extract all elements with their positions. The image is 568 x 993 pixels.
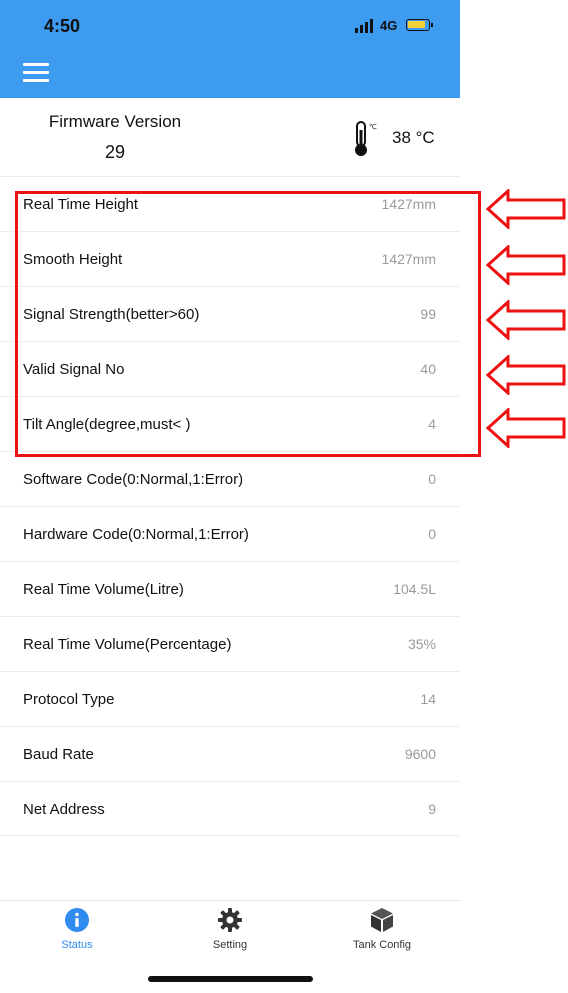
row-label: Real Time Volume(Percentage) — [23, 636, 232, 653]
tab-status[interactable]: Status — [17, 907, 137, 957]
svg-text:℃: ℃ — [369, 123, 377, 131]
tab-setting-label: Setting — [212, 939, 248, 951]
row-value: 14 — [420, 691, 436, 707]
row-label: Baud Rate — [23, 746, 94, 763]
app-header — [0, 52, 460, 98]
status-bar: 4:50 4G — [0, 0, 460, 52]
thermometer-icon: ℃ — [355, 121, 377, 156]
left-arrow-icon — [486, 245, 566, 285]
list-item: Software Code(0:Normal,1:Error) 0 — [0, 451, 460, 506]
left-arrow-icon — [486, 189, 566, 229]
row-value: 1427mm — [381, 196, 436, 212]
list-item: Baud Rate 9600 — [0, 726, 460, 781]
list-item: Real Time Height 1427mm — [0, 176, 460, 231]
row-label: Software Code(0:Normal,1:Error) — [23, 471, 244, 488]
firmware-version-label: Firmware Version — [48, 112, 182, 131]
row-value: 9 — [428, 801, 436, 817]
list-item: Signal Strength(better>60) 99 — [0, 286, 460, 341]
status-list: Real Time Height 1427mm Smooth Height 14… — [0, 176, 460, 836]
list-item: Smooth Height 1427mm — [0, 231, 460, 286]
tab-tank-config-label: Tank Config — [352, 939, 412, 951]
temperature-value: 38 °C — [392, 128, 435, 147]
row-value: 35% — [407, 636, 436, 652]
info-icon — [65, 908, 89, 932]
left-arrow-icon — [486, 355, 566, 395]
row-label: Real Time Volume(Litre) — [23, 581, 184, 598]
row-value: 104.5L — [393, 581, 436, 597]
app-screen: 4:50 4G Firmware Version 29 ℃ 38 °C Real… — [0, 0, 460, 993]
cellular-signal-icon — [355, 19, 375, 33]
tab-setting[interactable]: Setting — [170, 907, 290, 957]
row-value: 0 — [428, 471, 436, 487]
row-label: Tilt Angle(degree,must< ) — [23, 416, 191, 433]
list-item: Valid Signal No 40 — [0, 341, 460, 396]
list-item: Tilt Angle(degree,must< ) 4 — [0, 396, 460, 451]
status-time: 4:50 — [44, 16, 81, 36]
firmware-version-value: 29 — [104, 142, 126, 162]
hamburger-menu-icon[interactable] — [23, 62, 49, 84]
row-value: 0 — [428, 526, 436, 542]
list-item: Protocol Type 14 — [0, 671, 460, 726]
left-arrow-icon — [486, 408, 566, 448]
row-value: 9600 — [404, 746, 436, 762]
home-indicator — [148, 976, 313, 982]
row-label: Real Time Height — [23, 196, 139, 213]
row-value: 40 — [420, 361, 436, 377]
bottom-tab-bar: Status Setting Tank Config — [0, 900, 460, 961]
row-value: 4 — [428, 416, 436, 432]
firmware-version: Firmware Version 29 — [30, 112, 200, 163]
list-item: Net Address 9 — [0, 781, 460, 836]
tab-tank-config[interactable]: Tank Config — [322, 907, 442, 957]
cube-icon — [371, 908, 393, 932]
row-label: Protocol Type — [23, 691, 115, 708]
list-item: Hardware Code(0:Normal,1:Error) 0 — [0, 506, 460, 561]
row-label: Signal Strength(better>60) — [23, 306, 200, 323]
row-label: Hardware Code(0:Normal,1:Error) — [23, 526, 249, 543]
row-label: Smooth Height — [23, 251, 123, 268]
battery-charging-icon — [406, 19, 433, 31]
list-item: Real Time Volume(Litre) 104.5L — [0, 561, 460, 616]
left-arrow-icon — [486, 300, 566, 340]
gear-icon — [218, 908, 242, 932]
tab-status-label: Status — [61, 939, 93, 951]
row-label: Valid Signal No — [23, 361, 125, 378]
network-type: 4G — [380, 18, 398, 33]
row-value: 99 — [420, 306, 436, 322]
row-value: 1427mm — [381, 251, 436, 267]
list-item: Real Time Volume(Percentage) 35% — [0, 616, 460, 671]
row-label: Net Address — [23, 801, 105, 818]
